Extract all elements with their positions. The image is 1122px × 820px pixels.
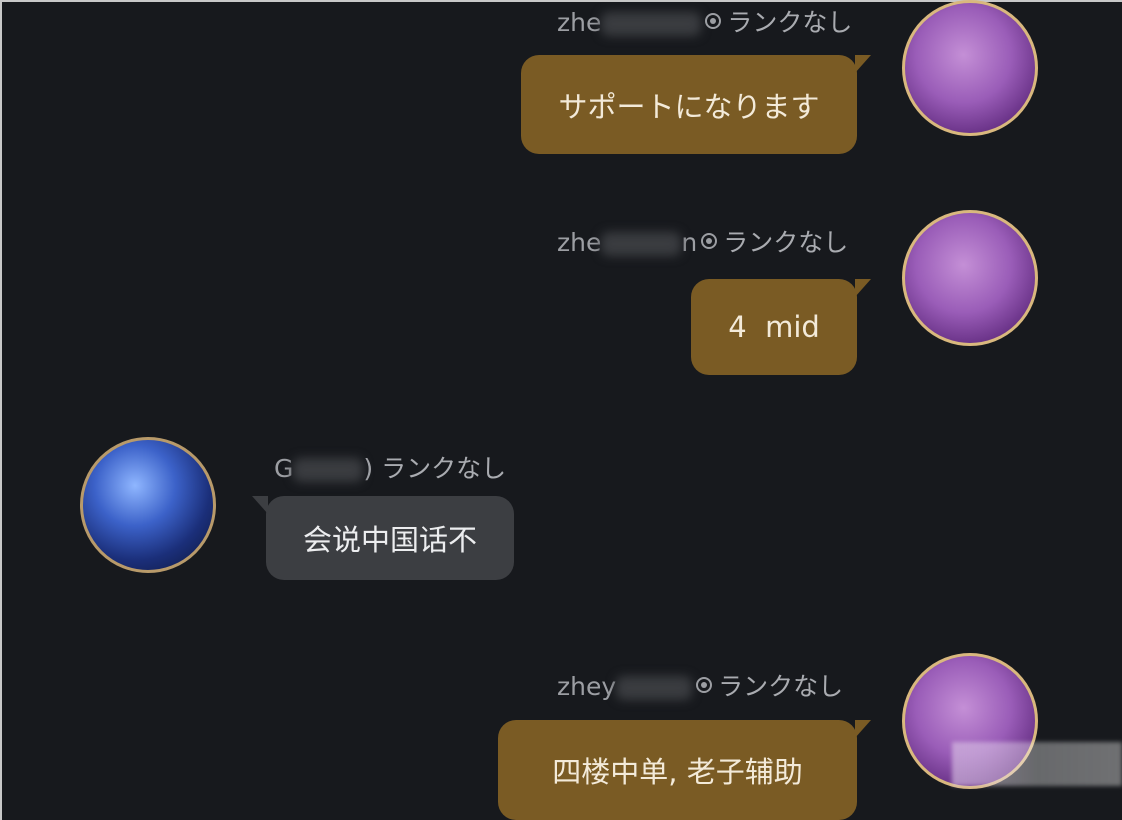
sender-name: zhe: [557, 228, 602, 257]
message-text: サポートになります: [558, 89, 820, 124]
rank-label: ランクなし: [727, 8, 853, 37]
redacted-name: [601, 232, 682, 256]
rank-icon: [696, 677, 713, 693]
purple-hero-avatar[interactable]: [902, 0, 1038, 136]
message-text: 4 mid: [728, 310, 820, 344]
message-text: 会说中国话不: [302, 523, 477, 557]
sender-name-tail: n: [681, 228, 698, 257]
rank-label: ランクなし: [723, 228, 849, 257]
message-bubble[interactable]: サポートになります: [521, 55, 871, 154]
rank-label: ) ランクなし: [363, 454, 507, 483]
sender-name: zhe: [557, 8, 602, 37]
message-bubble[interactable]: 四楼中单, 老子辅助: [498, 720, 871, 820]
redacted-name: [293, 458, 364, 482]
watermark: [952, 742, 1122, 786]
purple-hero-avatar[interactable]: [902, 210, 1038, 346]
redacted-name: [616, 676, 693, 700]
redacted-name: [601, 12, 702, 36]
sender-line: zhe n ランクなし: [557, 226, 848, 260]
sender-line: G ) ランクなし: [274, 452, 506, 486]
rank-icon: [705, 13, 722, 29]
sender-name: zhey: [557, 672, 617, 701]
message-bubble[interactable]: 4 mid: [691, 279, 871, 375]
message-text: 四楼中单, 老子辅助: [552, 755, 803, 789]
blue-hero-avatar[interactable]: [80, 437, 216, 573]
rank-icon: [701, 233, 718, 249]
sender-line: zhey ランクなし: [557, 670, 843, 704]
frame-left-edge: [0, 0, 2, 820]
sender-line: zhe ランクなし: [557, 6, 852, 40]
sender-name: G: [274, 454, 294, 483]
message-bubble[interactable]: 会说中国话不: [252, 496, 514, 580]
rank-label: ランクなし: [718, 672, 844, 701]
